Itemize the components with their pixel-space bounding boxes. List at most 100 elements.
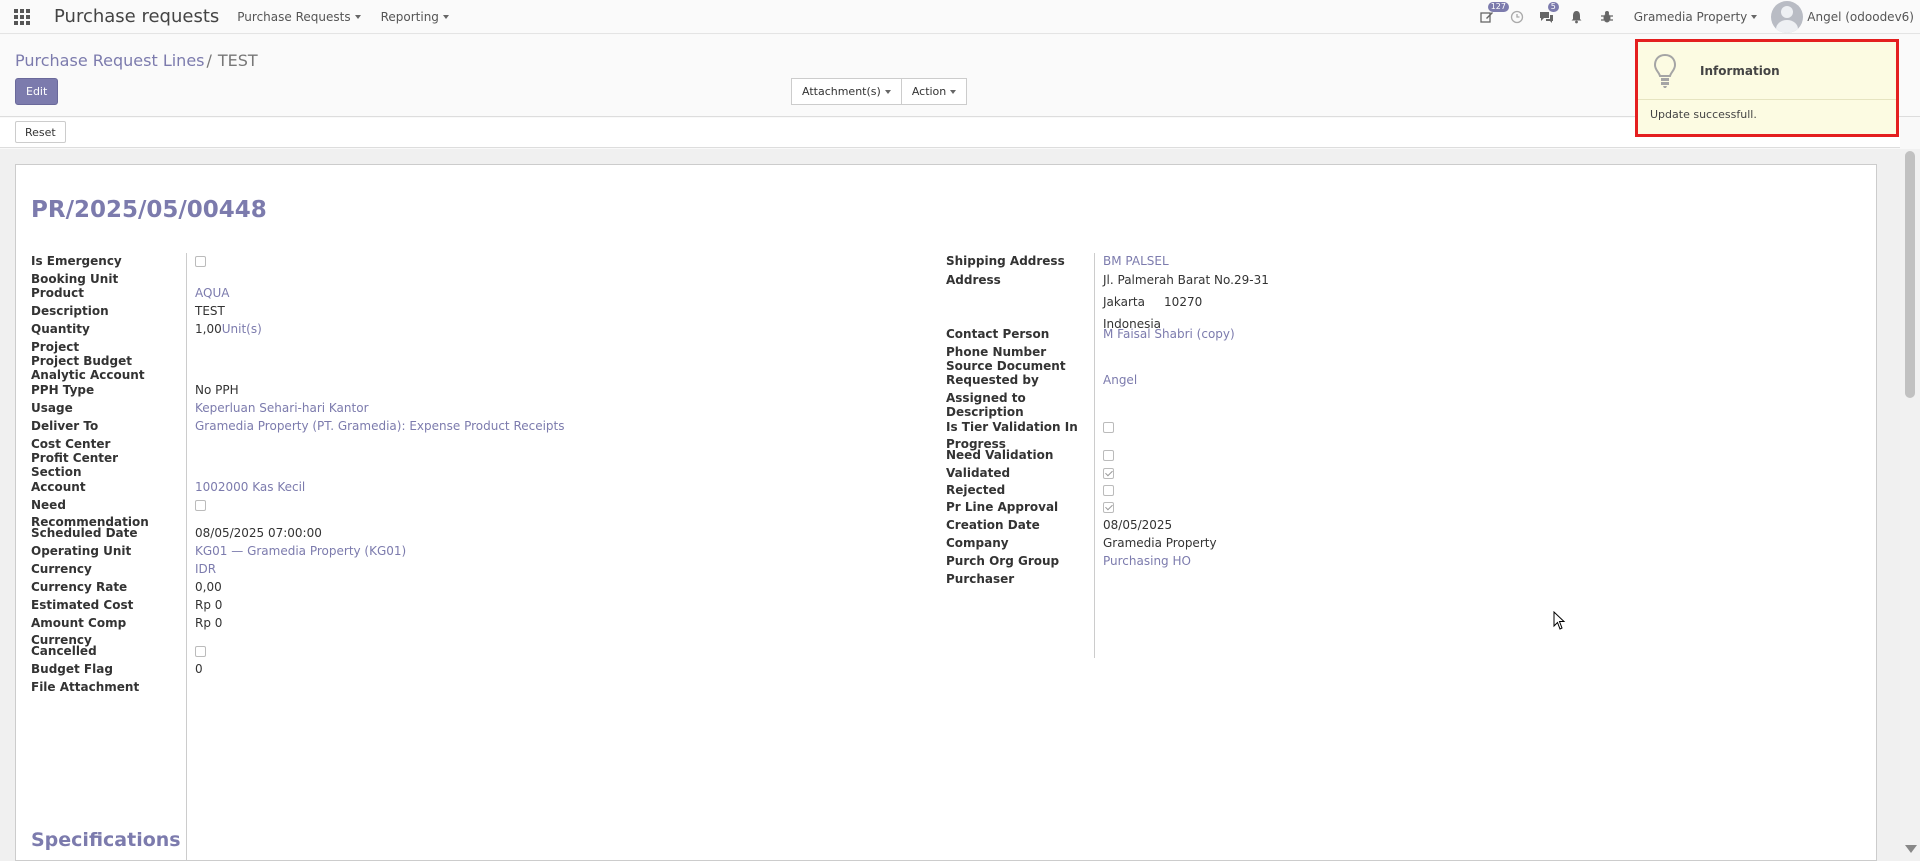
field-value[interactable]: BM PALSEL <box>1103 253 1169 270</box>
record-title: PR/2025/05/00448 <box>31 197 267 223</box>
scroll-down-arrow-icon[interactable] <box>1905 845 1917 853</box>
field-label: Pr Line Approval <box>946 500 1059 514</box>
mouse-cursor-icon <box>1553 611 1566 630</box>
field-label: Requested by <box>946 373 1039 387</box>
caret-down-icon <box>950 89 957 94</box>
checkbox-need-validation <box>1103 450 1114 461</box>
field-label: Description <box>31 304 109 318</box>
user-name: Angel (odoodev6) <box>1807 10 1914 24</box>
caret-down-icon <box>442 14 449 19</box>
field-label: Deliver To <box>31 419 99 433</box>
field-value[interactable]: Keperluan Sehari-hari Kantor <box>195 400 369 417</box>
field-value[interactable]: IDR <box>195 561 216 578</box>
caret-down-icon <box>884 89 891 94</box>
field-label: Account <box>31 480 86 494</box>
caret-down-icon <box>1751 15 1758 19</box>
reset-button[interactable]: Reset <box>15 121 66 143</box>
field-value: No PPH <box>195 383 239 397</box>
field-label: Usage <box>31 401 73 415</box>
breadcrumb-current: TEST <box>217 51 258 70</box>
field-label: File Attachment <box>31 680 140 694</box>
field-label: Creation Date <box>946 518 1040 532</box>
messages-badge: 5 <box>1547 2 1559 12</box>
field-value[interactable]: Angel <box>1103 372 1137 389</box>
field-value[interactable]: 1002000 Kas Kecil <box>195 479 305 496</box>
top-navbar: Purchase requests Purchase Requests Repo… <box>0 0 1920 34</box>
form-sheet: PR/2025/05/00448 Is Emergency Booking Uni… <box>15 164 1877 861</box>
field-value: 08/05/2025 <box>1103 518 1173 532</box>
field-value: 0,00 <box>195 580 222 594</box>
notification-toast: Information Update successfull. <box>1635 39 1899 137</box>
company-switcher[interactable]: Gramedia Property <box>1634 10 1758 24</box>
checkbox-rejected <box>1103 485 1114 496</box>
field-label: Need Validation <box>946 448 1054 462</box>
field-label: Validated <box>946 466 1011 480</box>
field-value[interactable]: AQUA <box>195 285 229 302</box>
notification-message: Update successfull. <box>1650 108 1757 121</box>
caret-down-icon <box>354 14 361 19</box>
address-line: Jakarta 10270 <box>1103 295 1203 309</box>
specifications-heading: Specifications <box>31 829 181 851</box>
breadcrumb-parent-link[interactable]: Purchase Request Lines <box>15 51 205 70</box>
field-value: TEST <box>195 304 225 318</box>
bug-icon[interactable] <box>1592 0 1622 34</box>
menu-purchase-requests[interactable]: Purchase Requests <box>237 10 361 24</box>
field-label: Is Emergency <box>31 254 122 268</box>
checkbox-validated <box>1103 468 1114 479</box>
field-label: Company <box>946 536 1009 550</box>
form-statusbar: Reset <box>0 118 1900 148</box>
checkbox-is-emergency <box>195 256 206 267</box>
field-label: Quantity <box>31 322 90 336</box>
field-value[interactable]: Gramedia Property (PT. Gramedia): Expens… <box>195 418 565 435</box>
field-label: Product <box>31 286 84 300</box>
attachments-dropdown[interactable]: Attachment(s) <box>791 78 902 105</box>
field-label: Operating Unit <box>31 544 132 558</box>
field-value: 08/05/2025 07:00:00 <box>195 526 322 540</box>
menu-reporting[interactable]: Reporting <box>381 10 449 24</box>
field-label: PPH Type <box>31 383 95 397</box>
field-value: Rp 0 <box>195 598 223 612</box>
field-value: 0 <box>195 662 203 676</box>
field-value[interactable]: KG01 — Gramedia Property (KG01) <box>195 543 406 560</box>
action-dropdown[interactable]: Action <box>901 78 968 105</box>
field-label: Address <box>946 273 1001 287</box>
field-label: Shipping Address <box>946 254 1065 268</box>
breadcrumb-separator: / <box>206 51 212 70</box>
field-value: 1,00Unit(s) <box>195 322 262 336</box>
field-label: Purch Org Group <box>946 554 1060 568</box>
field-label: Currency <box>31 562 92 576</box>
field-label: Currency Rate <box>31 580 128 594</box>
user-menu[interactable]: Angel (odoodev6) <box>1771 1 1914 33</box>
field-value: Rp 0 <box>195 616 223 630</box>
address-line: Jl. Palmerah Barat No.29-31 <box>1103 273 1269 287</box>
checkbox-is-tier-validation-in-progress <box>1103 422 1114 433</box>
checkbox-need-recommendation <box>195 500 206 511</box>
bell-icon[interactable] <box>1562 0 1592 34</box>
app-title: Purchase requests <box>54 6 220 27</box>
breadcrumb: Purchase Request Lines / TEST <box>15 51 258 70</box>
edit-button[interactable]: Edit <box>15 78 59 105</box>
page-scrollbar[interactable] <box>1900 149 1920 861</box>
scroll-thumb[interactable] <box>1905 151 1915 398</box>
notification-title: Information <box>1700 63 1780 78</box>
clock-icon[interactable] <box>1502 0 1532 34</box>
field-label: Contact Person <box>946 327 1050 341</box>
field-value: Gramedia Property <box>1103 536 1217 550</box>
apps-menu-icon[interactable] <box>0 0 44 34</box>
control-panel: Purchase Request Lines / TEST Edit Attachm… <box>0 35 1920 117</box>
field-label: Purchaser <box>946 572 1015 586</box>
checkbox-cancelled <box>195 646 206 657</box>
field-label: Rejected <box>946 483 1006 497</box>
lightbulb-icon <box>1650 51 1680 91</box>
avatar <box>1771 1 1804 33</box>
messages-icon[interactable]: 5 <box>1532 0 1562 34</box>
activity-edit-icon[interactable]: 127 <box>1472 0 1509 34</box>
field-label: Estimated Cost <box>31 598 134 612</box>
field-value[interactable]: M Faisal Shabri (copy) <box>1103 326 1235 343</box>
checkbox-pr-line-approval <box>1103 502 1114 513</box>
field-label: Cancelled <box>31 644 97 658</box>
field-label: Scheduled Date <box>31 526 138 540</box>
field-label: Budget Flag <box>31 662 113 676</box>
field-value[interactable]: Purchasing HO <box>1103 553 1191 570</box>
unit-link[interactable]: Unit(s) <box>222 322 262 336</box>
